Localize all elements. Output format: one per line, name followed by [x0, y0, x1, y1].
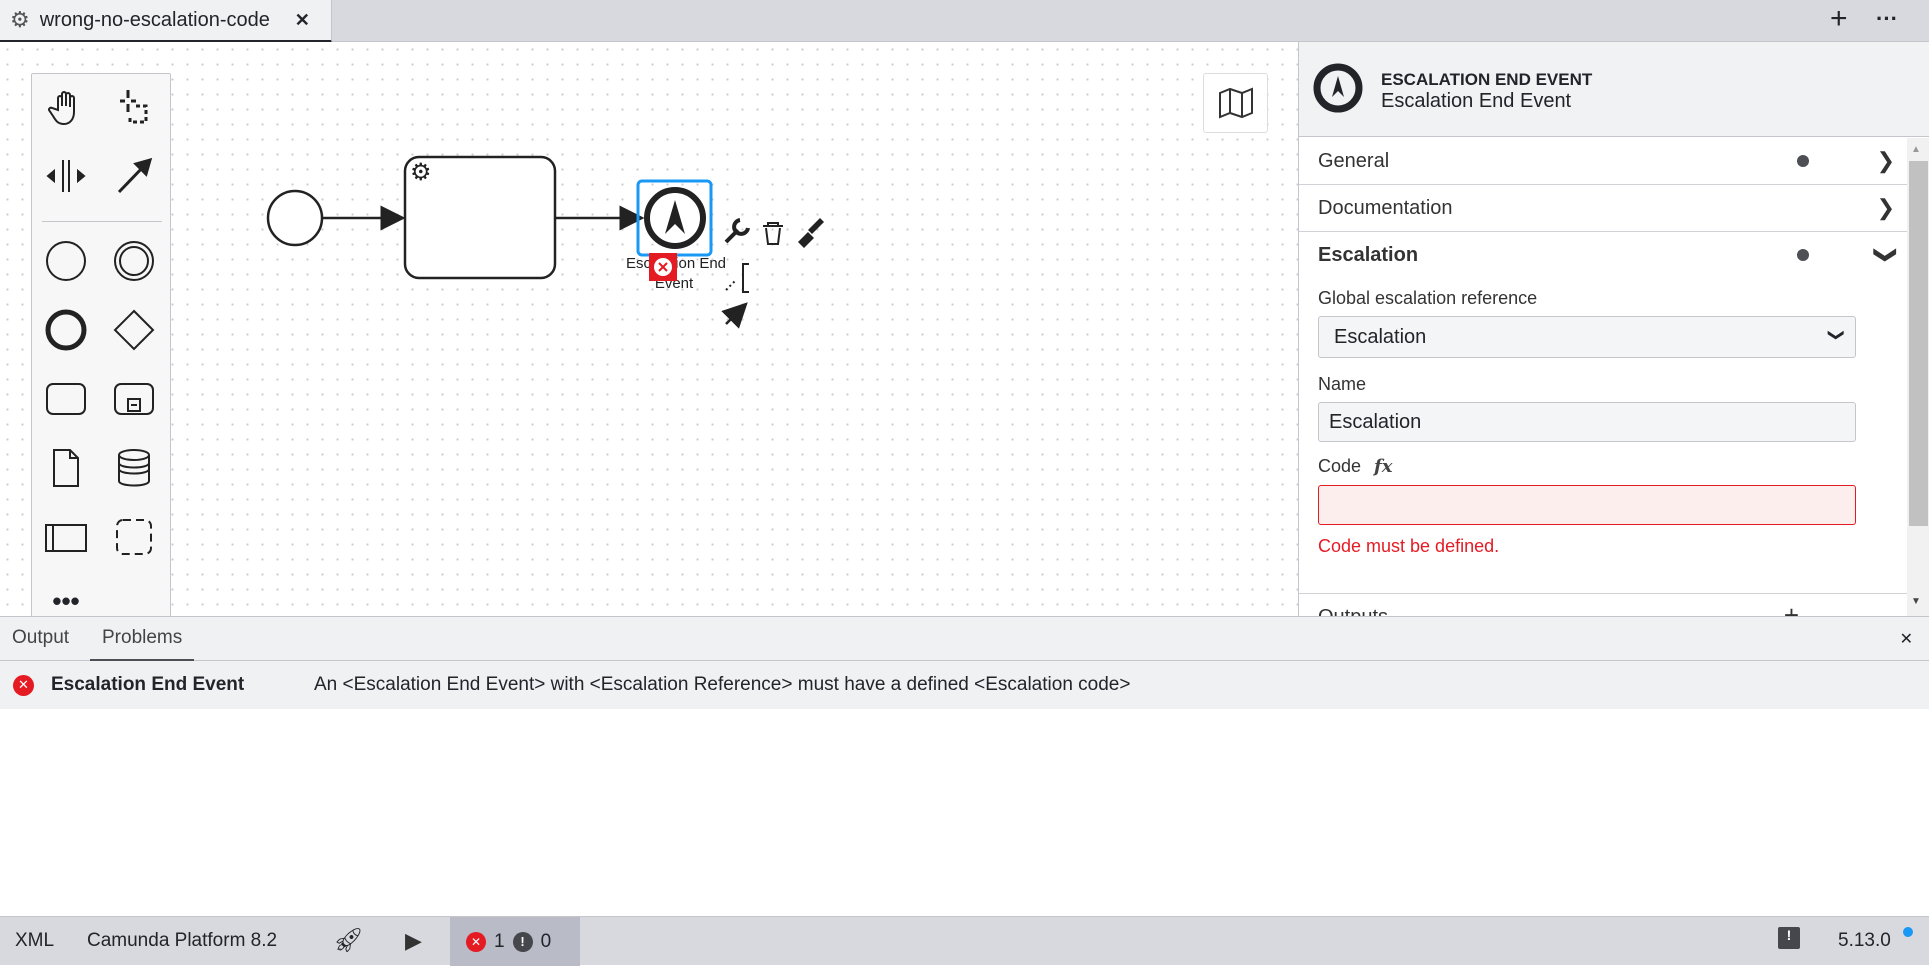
element-name: Escalation End Event [1381, 90, 1572, 112]
section-outputs[interactable]: Outputs+ [1299, 593, 1909, 616]
code-input[interactable] [1318, 485, 1856, 525]
pool-icon[interactable] [44, 515, 88, 559]
gear-icon: ⚙ [410, 159, 432, 186]
diagram-canvas[interactable]: ••• ⚙ Escalation End Event [0, 42, 1298, 616]
close-tab-icon[interactable]: ✕ [295, 10, 310, 31]
text-annotation-icon [725, 279, 737, 291]
map-icon [1218, 87, 1253, 119]
global-ref-label: Global escalation reference [1318, 288, 1538, 308]
scrollbar[interactable]: ▲ ▼ [1907, 138, 1929, 616]
add-icon: + [1783, 600, 1799, 616]
paintbrush-icon [798, 218, 824, 248]
code-label: Code fx [1318, 456, 1393, 477]
trash-icon [763, 222, 783, 245]
chevron-right-icon: ❯ [1876, 195, 1895, 220]
chevron-down-icon: ❯ [1873, 245, 1899, 265]
connect-arrow-icon [721, 302, 748, 329]
section-documentation[interactable]: Documentation ❯ [1299, 185, 1909, 232]
global-escalation-select[interactable]: Escalation ❯ [1318, 316, 1856, 358]
tab-file[interactable]: ⚙ wrong-no-escalation-code ✕ [0, 0, 332, 43]
escalation-end-event-icon [1313, 63, 1363, 113]
error-icon: ✕ [466, 931, 486, 952]
chevron-down-icon: ❯ [1827, 328, 1845, 342]
platform-button[interactable]: Camunda Platform 8.2 [87, 930, 277, 952]
problems-counter-button[interactable]: ✕ 1 ! 0 [450, 917, 580, 966]
wrench-icon [724, 218, 750, 244]
bottom-panel: Output Problems ✕ ✕ Escalation End Event… [0, 616, 1929, 916]
version-button[interactable]: 5.13.0 [1838, 930, 1891, 952]
error-count: 1 [494, 930, 505, 952]
xml-button[interactable]: XML [15, 930, 54, 952]
warning-count: 0 [540, 930, 552, 952]
tab-output[interactable]: Output [12, 627, 69, 649]
tab-title: wrong-no-escalation-code [39, 8, 270, 31]
more-button[interactable]: ··· [1876, 6, 1898, 32]
code-error-message: Code must be defined. [1318, 536, 1500, 556]
problem-row[interactable]: ✕ Escalation End Event An <Escalation En… [0, 661, 1929, 709]
section-escalation[interactable]: Escalation ❯ [1299, 232, 1909, 278]
feedback-icon[interactable]: ! [1778, 927, 1800, 949]
warning-icon: ! [512, 931, 533, 952]
name-label: Name [1318, 374, 1367, 394]
close-panel-icon[interactable]: ✕ [1900, 629, 1913, 649]
bpmn-diagram: ⚙ Escalation End Event [266, 155, 824, 329]
name-input[interactable]: Escalation [1318, 402, 1856, 442]
status-bar: XML Camunda Platform 8.2 🚀︎ ▶ ✕ 1 ! 0 ! … [0, 916, 1929, 966]
tab-bar: ⚙ wrong-no-escalation-code ✕ + ··· [0, 0, 1929, 43]
more-tools-icon[interactable]: ••• [44, 579, 88, 616]
update-indicator-dot [1903, 927, 1913, 937]
element-type: ESCALATION END EVENT [1381, 70, 1593, 89]
data-object-icon[interactable] [44, 446, 88, 490]
run-play-icon[interactable]: ▶ [405, 928, 422, 954]
section-general[interactable]: General ❯ [1299, 138, 1909, 185]
add-tab-button[interactable]: + [1830, 2, 1848, 36]
start-event[interactable] [266, 189, 324, 247]
tab-problems[interactable]: Problems [90, 627, 195, 662]
properties-header: ESCALATION END EVENT Escalation End Even… [1299, 42, 1929, 137]
gear-icon: ⚙ [10, 7, 30, 32]
data-indicator-dot [1797, 155, 1809, 167]
data-indicator-dot [1797, 249, 1809, 261]
minimap-toggle-button[interactable] [1203, 73, 1268, 133]
problem-element: Escalation End Event [51, 674, 245, 695]
fx-icon: fx [1374, 456, 1393, 477]
properties-panel: ESCALATION END EVENT Escalation End Even… [1298, 42, 1929, 616]
chevron-right-icon: ❯ [1876, 148, 1895, 173]
error-icon: ✕ [13, 674, 34, 696]
data-store-icon[interactable] [112, 446, 156, 490]
group-icon[interactable] [112, 515, 156, 559]
problem-message: An <Escalation End Event> with <Escalati… [314, 674, 1131, 695]
deploy-rocket-icon[interactable]: 🚀︎ [333, 926, 363, 955]
